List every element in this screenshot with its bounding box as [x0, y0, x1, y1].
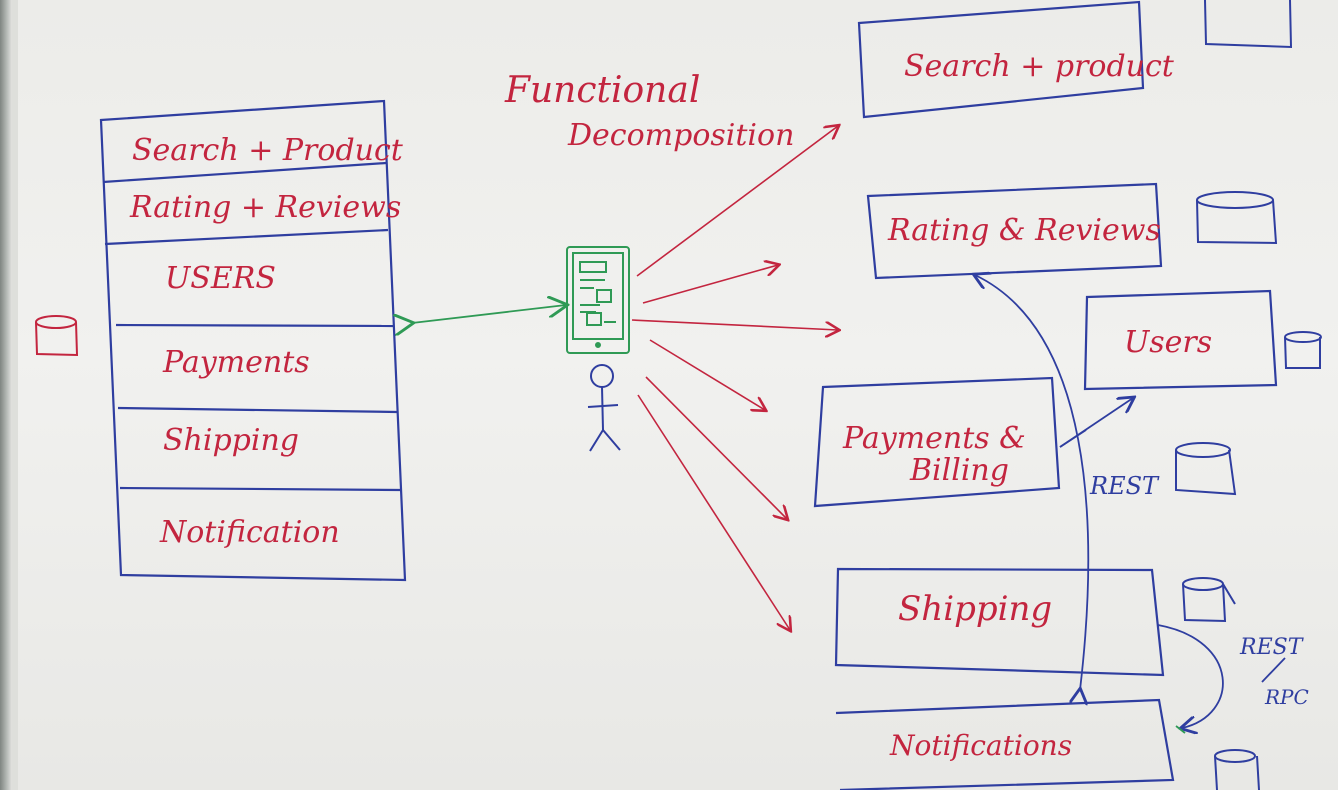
service-payments-line1: Payments & — [842, 421, 1026, 456]
database-icon-payments — [1175, 442, 1237, 496]
service-rating-reviews: Rating & Reviews — [887, 213, 1161, 248]
title-line-1: Functional — [504, 70, 700, 111]
service-labels: Search + product Rating & Reviews Users … — [842, 49, 1212, 762]
database-icon — [35, 315, 79, 357]
service-shipping: Shipping — [898, 589, 1052, 629]
label-rest: REST — [1089, 472, 1160, 500]
diagram-title: Functional Decomposition — [504, 70, 794, 153]
module-users: USERS — [165, 261, 276, 296]
mobile-client-icon — [566, 246, 630, 354]
user-icon — [587, 364, 621, 452]
diagram-canvas: Functional Decomposition Search + Produc… — [35, 0, 1322, 790]
database-icon-users — [1284, 331, 1322, 369]
database-icon-notifications — [1214, 749, 1260, 790]
client-service-arrows — [631, 126, 838, 630]
client-monolith-arrow — [412, 305, 566, 323]
rest-rpc-divider — [1261, 657, 1286, 683]
service-notifications: Notifications — [889, 729, 1072, 762]
module-payments: Payments — [162, 345, 310, 380]
monolith-stack — [99, 99, 407, 582]
service-boxes — [813, 0, 1278, 790]
service-users: Users — [1124, 325, 1212, 360]
service-search-product: Search + product — [904, 49, 1175, 84]
module-shipping: Shipping — [163, 423, 299, 458]
label-rpc: RPC — [1264, 685, 1309, 709]
title-line-2: Decomposition — [567, 118, 794, 153]
database-icon-search — [1204, 0, 1293, 49]
database-icon-shipping — [1182, 577, 1236, 623]
label-rest-2: REST — [1239, 635, 1305, 660]
service-databases — [1175, 0, 1322, 790]
database-icon-rating — [1196, 191, 1278, 245]
service-payments-line2: Billing — [909, 453, 1009, 488]
module-notification: Notification — [159, 515, 340, 550]
module-rating-reviews: Rating + Reviews — [129, 190, 401, 225]
module-search-product: Search + Product — [132, 133, 404, 168]
